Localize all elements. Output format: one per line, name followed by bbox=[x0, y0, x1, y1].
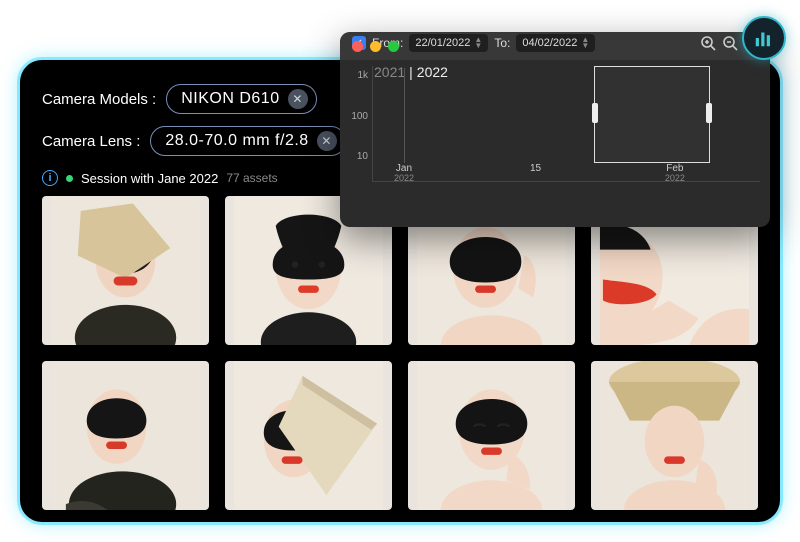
thumbnail[interactable] bbox=[42, 361, 209, 510]
window-minimize-icon[interactable] bbox=[370, 41, 381, 52]
x-tick: Jan2022 bbox=[394, 163, 414, 184]
zoom-in-icon[interactable] bbox=[700, 35, 716, 51]
thumbnail-grid bbox=[42, 196, 758, 510]
chip-value: NIKON D610 bbox=[181, 90, 279, 108]
from-date-value: 22/01/2022 bbox=[415, 37, 470, 49]
stepper-icon[interactable]: ▲▼ bbox=[474, 37, 482, 49]
thumbnail[interactable] bbox=[225, 361, 392, 510]
session-asset-count: 77 assets bbox=[226, 171, 277, 185]
thumbnail[interactable] bbox=[408, 361, 575, 510]
y-tick: 1k bbox=[346, 70, 368, 81]
chip-value: 28.0-70.0 mm f/2.8 bbox=[165, 132, 308, 150]
status-dot-icon bbox=[66, 175, 73, 182]
thumbnail[interactable] bbox=[591, 361, 758, 510]
y-tick: 10 bbox=[346, 151, 368, 162]
selection-handle-left[interactable] bbox=[592, 103, 598, 123]
y-tick: 100 bbox=[346, 111, 368, 122]
chart-x-axis: Jan2022 15 Feb2022 bbox=[373, 163, 760, 181]
chart-selection[interactable] bbox=[594, 66, 710, 163]
chip-remove-icon[interactable]: ✕ bbox=[288, 89, 308, 109]
to-label: To: bbox=[494, 36, 510, 50]
chip-remove-icon[interactable]: ✕ bbox=[317, 131, 337, 151]
to-date-value: 04/02/2022 bbox=[522, 37, 577, 49]
analytics-toolbar: ✓ From: 22/01/2022 ▲▼ To: 04/02/2022 ▲▼ bbox=[340, 32, 770, 60]
selection-handle-right[interactable] bbox=[706, 103, 712, 123]
chart-area: 2021 | 2022 1k 100 10 Jan2022 15 Feb2022 bbox=[340, 60, 770, 190]
zoom-out-icon[interactable] bbox=[722, 35, 738, 51]
analytics-fab[interactable] bbox=[742, 16, 786, 60]
window-close-icon[interactable] bbox=[352, 41, 363, 52]
session-title: Session with Jane 2022 bbox=[81, 171, 218, 186]
window-zoom-icon[interactable] bbox=[388, 41, 399, 52]
chart-plot[interactable]: Jan2022 15 Feb2022 bbox=[372, 66, 760, 182]
filter-camera-lens-label: Camera Lens : bbox=[42, 133, 140, 150]
filter-camera-model-label: Camera Models : bbox=[42, 91, 156, 108]
info-icon[interactable]: i bbox=[42, 170, 58, 186]
filter-chip-camera-model[interactable]: NIKON D610 ✕ bbox=[166, 84, 316, 114]
filter-chip-camera-lens[interactable]: 28.0-70.0 mm f/2.8 ✕ bbox=[150, 126, 345, 156]
bar-chart-icon bbox=[753, 27, 775, 49]
to-date-field[interactable]: 04/02/2022 ▲▼ bbox=[516, 34, 595, 52]
chart-y-axis: 1k 100 10 bbox=[346, 66, 372, 182]
thumbnail[interactable] bbox=[42, 196, 209, 345]
x-tick: Feb2022 bbox=[665, 163, 685, 184]
stepper-icon[interactable]: ▲▼ bbox=[581, 37, 589, 49]
analytics-window: ✓ From: 22/01/2022 ▲▼ To: 04/02/2022 ▲▼ … bbox=[340, 32, 770, 227]
x-tick: 15 bbox=[530, 163, 541, 174]
from-date-field[interactable]: 22/01/2022 ▲▼ bbox=[409, 34, 488, 52]
